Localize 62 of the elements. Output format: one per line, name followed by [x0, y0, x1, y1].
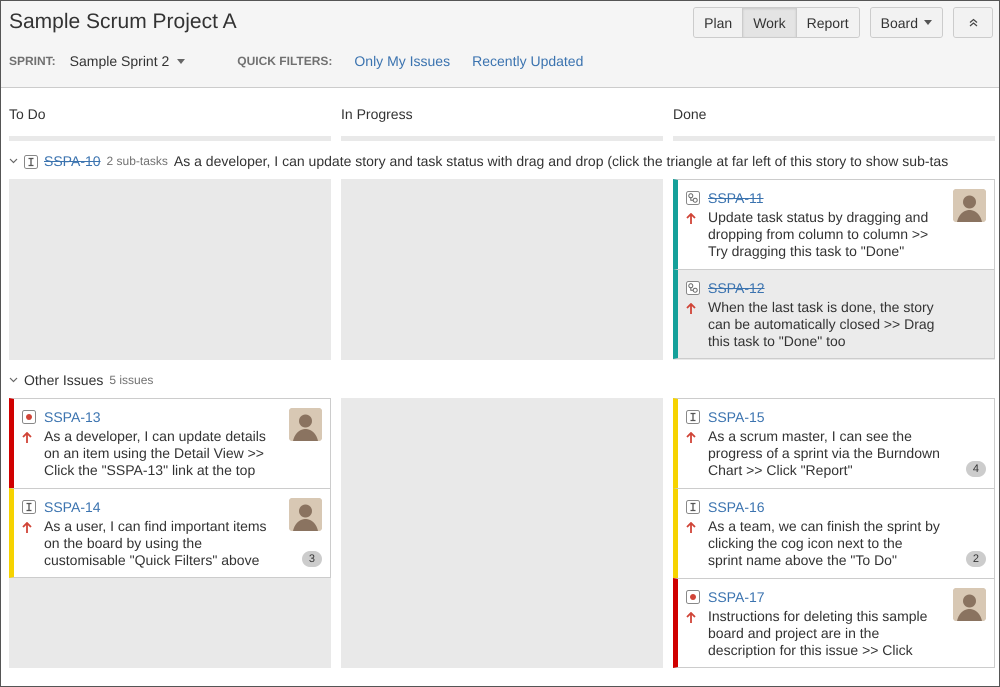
priority-arrow-icon	[22, 522, 32, 534]
priority-arrow-icon	[22, 432, 32, 444]
priority-arrow-icon	[686, 522, 696, 534]
subtask-icon	[686, 191, 700, 205]
view-mode-tab[interactable]: Work	[742, 7, 797, 38]
story-summary: As a developer, I can update story and task status with drag and drop (click the triangle at far left of this story to show sub-tas	[174, 153, 948, 169]
issue-card[interactable]: SSPA-13 As a developer, I can update details on an item using the Detail View >> Click the "SSPA-13" link at the top	[9, 398, 331, 488]
sprint-label: SPRINT:	[9, 54, 56, 68]
double-chevron-icon	[968, 18, 978, 27]
issue-summary: When the last task is done, the story can be automatically closed >> Drag this task to "Done" too	[708, 299, 936, 350]
issue-card[interactable]: SSPA-15 As a scrum master, I can see the progress of a sprint via the Burndown Chart >> Click "Report" 4	[673, 398, 995, 488]
story-icon	[686, 500, 700, 514]
subtask-count: 3	[302, 551, 322, 567]
priority-arrow-icon	[686, 432, 696, 444]
column-header: Done	[673, 88, 995, 141]
priority-arrow-icon	[686, 303, 696, 315]
quick-filters-label: QUICK FILTERS:	[237, 54, 332, 68]
subtask-count: 2 sub-tasks	[106, 154, 168, 168]
priority-arrow-icon	[686, 213, 696, 225]
story-icon	[24, 155, 38, 169]
issue-card[interactable]: SSPA-17 Instructions for deleting this sample board and project are in the description for this issue >> Click	[673, 578, 995, 668]
chevron-icon[interactable]	[9, 158, 18, 164]
issue-summary: As a team, we can finish the sprint by clicking the cog icon next to the sprint name above the "To Do"	[708, 518, 940, 569]
subtask-count: 2	[966, 551, 986, 567]
issue-summary: Instructions for deleting this sample board and project are in the description for this issue >> Click	[708, 608, 928, 659]
issue-card[interactable]: SSPA-11 Update task status by dragging and dropping from column to column >> Try dragging this task to "Done"	[673, 179, 995, 269]
swimlane-title: Other Issues	[24, 372, 104, 388]
issue-key[interactable]: SSPA-15	[708, 408, 940, 426]
issue-summary: As a scrum master, I can see the progress of a sprint via the Burndown Chart >> Click "Report"	[708, 428, 940, 479]
story-icon	[22, 500, 36, 514]
chevron-icon[interactable]	[9, 377, 18, 383]
issue-key[interactable]: SSPA-11	[708, 189, 940, 207]
column-header: To Do	[9, 88, 331, 141]
quick-filter-link[interactable]: Only My Issues	[354, 53, 450, 69]
issue-card[interactable]: SSPA-12 When the last task is done, the story can be automatically closed >> Drag this task to "Done" too	[673, 269, 995, 359]
issue-summary: Update task status by dragging and dropping from column to column >> Try dragging this task to "Done"	[708, 209, 930, 260]
bug-icon	[22, 410, 36, 424]
view-mode-tab[interactable]: Report	[796, 7, 860, 38]
sprint-selector[interactable]: Sample Sprint 2	[70, 53, 186, 69]
board-menu-button[interactable]: Board	[870, 7, 943, 38]
issue-key[interactable]: SSPA-16	[708, 498, 940, 516]
priority-arrow-icon	[686, 612, 696, 624]
issue-summary: As a developer, I can update details on an item using the Detail View >> Click the "SSPA-13" link at the top	[44, 428, 267, 479]
issue-key[interactable]: SSPA-17	[708, 588, 940, 606]
column-header: In Progress	[341, 88, 663, 141]
issue-summary: As a user, I can find important items on the board by using the customisable "Quick Filters" above	[44, 518, 268, 569]
subtask-count: 4	[966, 461, 986, 477]
subtask-icon	[686, 281, 700, 295]
issue-key[interactable]: SSPA-13	[44, 408, 276, 426]
issue-count: 5 issues	[109, 373, 154, 387]
issue-card[interactable]: SSPA-16 As a team, we can finish the sprint by clicking the cog icon next to the sprint name above the "To Do" 2	[673, 488, 995, 578]
issue-key[interactable]: SSPA-14	[44, 498, 276, 516]
story-icon	[686, 410, 700, 424]
issue-card[interactable]: SSPA-14 As a user, I can find important items on the board by using the customisable "Quick Filters" above 3	[9, 488, 331, 578]
view-mode-tab[interactable]: Plan	[693, 7, 744, 38]
story-key[interactable]: SSPA-10	[44, 153, 101, 169]
caret-icon	[924, 20, 932, 25]
project-title: Sample Scrum Project A	[9, 10, 237, 34]
issue-key[interactable]: SSPA-12	[708, 279, 940, 297]
bug-icon	[686, 590, 700, 604]
quick-filter-link[interactable]: Recently Updated	[472, 53, 584, 69]
caret-icon	[177, 58, 186, 64]
